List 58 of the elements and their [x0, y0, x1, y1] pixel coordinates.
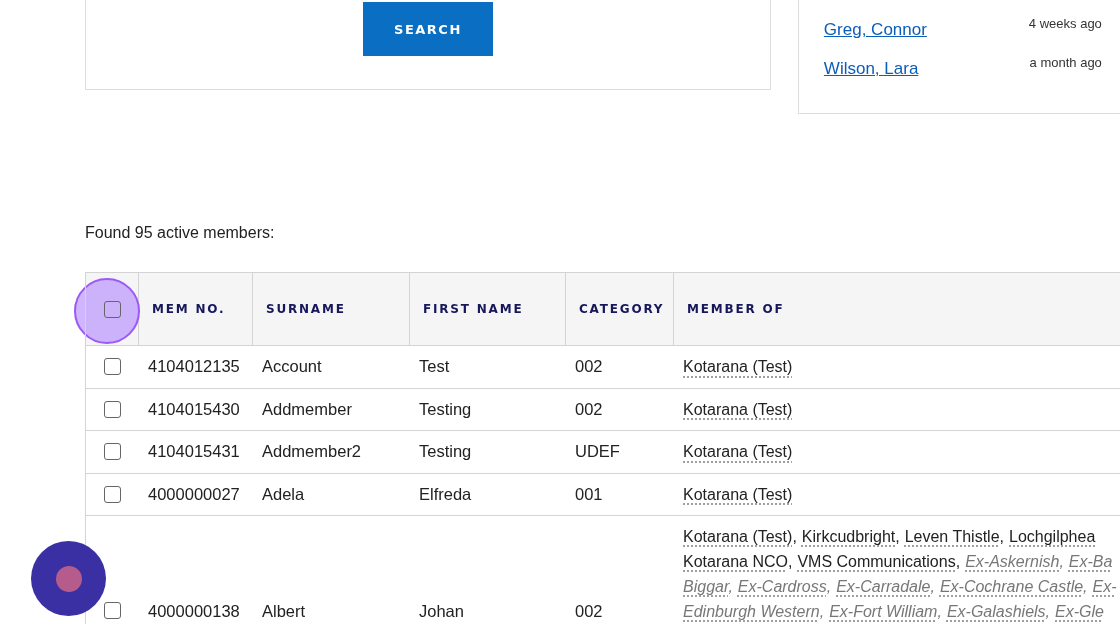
time-ago: a month ago — [1029, 55, 1102, 70]
club-link[interactable]: Kotarana (Test) — [683, 443, 793, 461]
column-header[interactable]: CATEGORY — [565, 273, 673, 345]
row-checkbox[interactable] — [103, 443, 121, 461]
column-header[interactable]: SURNAME — [252, 273, 409, 345]
table-cell: Addmember2 — [262, 442, 362, 462]
table-cell: 4104015430 — [148, 399, 240, 419]
table-cell: 4104012135 — [148, 357, 240, 377]
club-link[interactable]: Leven Thistle, — [904, 528, 1004, 545]
former-club-link[interactable]: Ex-Ba — [1068, 553, 1113, 570]
row-checkbox[interactable] — [103, 602, 121, 619]
club-link[interactable]: Kotarana (Test), — [683, 528, 797, 545]
former-club-link[interactable]: Ex- — [1092, 578, 1117, 595]
former-club-link[interactable]: Biggar, — [683, 578, 733, 595]
table-cell: Albert — [262, 602, 306, 621]
former-club-link[interactable]: Ex-Cochrane Castle, — [939, 578, 1088, 595]
table-cell: Elfreda — [419, 484, 472, 504]
member-link[interactable]: Greg, Connor — [823, 20, 927, 40]
club-link[interactable]: VMS Communications, — [797, 553, 961, 570]
table-cell: 4000000138 — [148, 602, 240, 621]
table-cell: 001 — [575, 484, 603, 504]
table-cell: Adela — [262, 484, 305, 504]
table-cell: Testing — [419, 442, 472, 462]
club-link[interactable]: Lochgilphea — [1009, 528, 1096, 545]
former-club-link[interactable]: Ex-Cardross, — [737, 578, 832, 595]
row-checkbox[interactable] — [103, 358, 121, 376]
table-cell: 4000000027 — [148, 484, 240, 504]
column-header[interactable]: FIRST NAME — [409, 273, 565, 345]
table-cell: Account — [262, 357, 322, 377]
member-link[interactable]: Wilson, Lara — [823, 59, 919, 79]
select-all-checkbox[interactable] — [103, 300, 121, 318]
club-link[interactable]: Kotarana (Test) — [683, 358, 793, 376]
club-link[interactable]: Kotarana (Test) — [683, 400, 793, 418]
table-cell: UDEF — [575, 442, 620, 462]
former-club-link[interactable]: Ex-Galashiels, — [946, 603, 1051, 620]
table-cell: Testing — [419, 399, 472, 419]
search-button[interactable]: SEARCH — [362, 2, 493, 56]
table-cell: Test — [419, 357, 450, 377]
row-checkbox[interactable] — [103, 400, 121, 418]
table-cell: Addmember — [262, 399, 352, 419]
result-summary: Found 95 active members: — [84, 223, 276, 243]
former-club-link[interactable]: Edinburgh Western, — [683, 603, 825, 620]
club-link[interactable]: Kirkcudbright, — [801, 528, 900, 545]
former-club-link[interactable]: Ex-Askernish, — [965, 553, 1064, 570]
table-cell: 002 — [575, 602, 603, 621]
column-header[interactable]: MEM NO. — [138, 273, 252, 345]
club-link[interactable]: Kotarana NCO, — [683, 553, 793, 570]
former-club-link[interactable]: Ex-Gle — [1055, 603, 1104, 620]
club-link[interactable]: Kotarana (Test) — [683, 485, 793, 503]
former-club-link[interactable]: Ex-Fort William, — [829, 603, 942, 620]
row-checkbox[interactable] — [103, 485, 121, 503]
table-cell: 4104015431 — [148, 442, 240, 462]
column-header[interactable]: MEMBER OF — [673, 273, 1120, 345]
former-club-link[interactable]: Ex-Carradale, — [836, 578, 935, 595]
table-cell: Johan — [419, 602, 464, 621]
table-cell: 002 — [575, 399, 603, 419]
table-cell: 002 — [575, 357, 603, 377]
time-ago: 4 weeks ago — [1028, 16, 1102, 31]
